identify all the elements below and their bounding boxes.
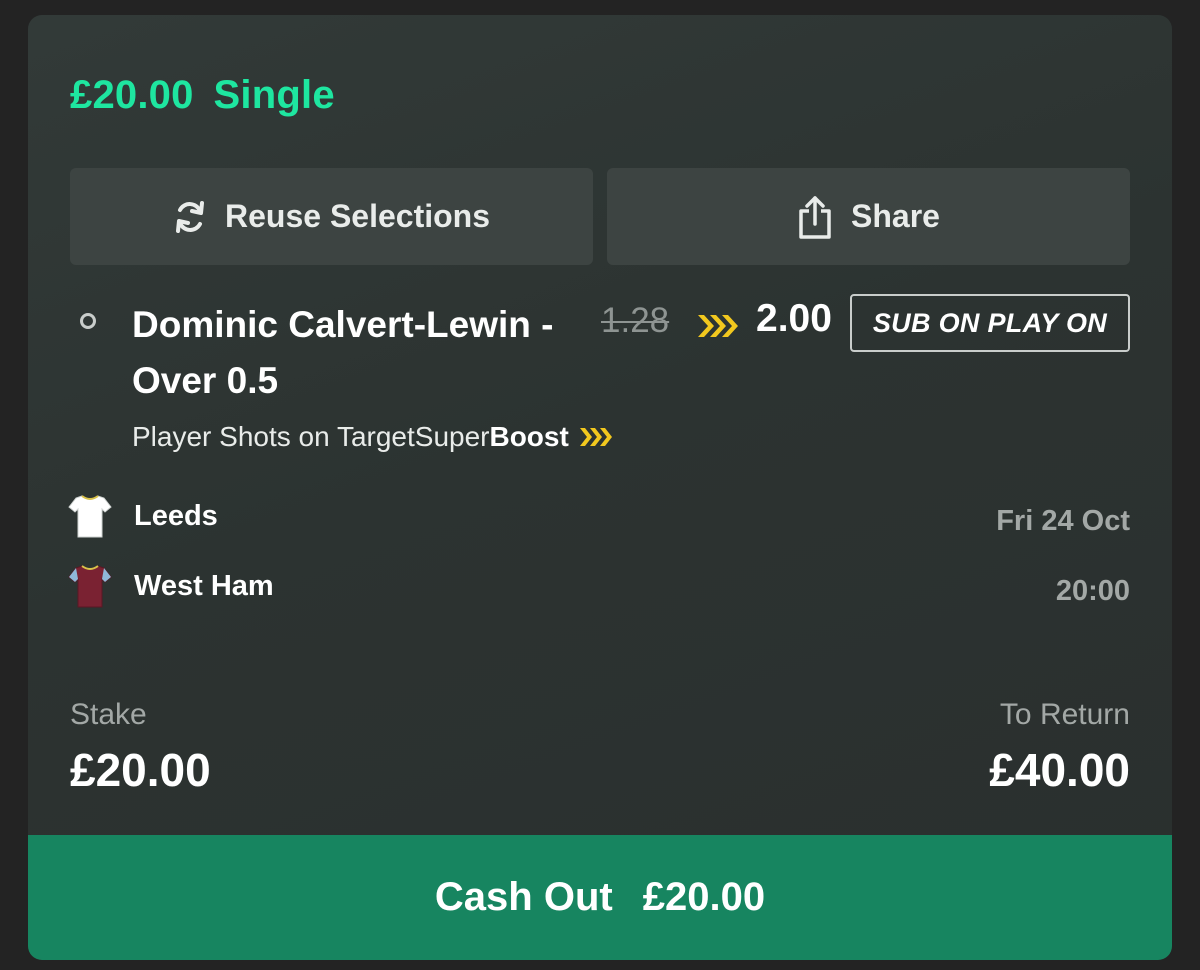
bet-type: Single <box>213 73 335 117</box>
cash-out-label: Cash Out <box>434 875 613 919</box>
bet-header: £20.00 Single <box>70 73 335 118</box>
share-label: Share <box>851 198 940 234</box>
market-description: Player Shots on Target Super Boost <box>132 421 613 453</box>
cash-out-amount: £20.00 <box>642 875 766 919</box>
original-odds: 1.28 <box>601 301 670 340</box>
match-time: 20:00 <box>1055 575 1130 607</box>
home-team-row: Leeds <box>68 493 218 539</box>
share-button[interactable]: Share <box>607 168 1130 265</box>
refresh-icon <box>176 200 204 233</box>
share-icon <box>799 195 831 239</box>
reuse-selections-button[interactable]: Reuse Selections <box>70 168 593 265</box>
bet-stake-header: £20.00 <box>70 73 194 117</box>
claret-shirt-icon <box>68 565 112 608</box>
boost-chevrons-icon <box>579 428 612 446</box>
white-shirt-icon <box>68 495 112 538</box>
stake-label: Stake <box>70 698 147 731</box>
market-name: Player Shots on Target <box>132 421 415 452</box>
selection-name: Dominic Calvert-Lewin - Over 0.5 <box>132 304 554 401</box>
boost-label: Boost <box>489 421 569 452</box>
to-return-value: £40.00 <box>989 744 1130 796</box>
boost-prefix: Super <box>414 421 490 452</box>
match-date: Fri 24 Oct <box>996 505 1130 537</box>
bet-card: £20.00 Single Reuse Selections Share Domi… <box>28 15 1172 960</box>
stake-value: £20.00 <box>70 744 211 796</box>
to-return-label: To Return <box>999 698 1130 731</box>
sub-on-play-on-badge: SUB ON PLAY ON <box>850 294 1130 352</box>
home-team-name: Leeds <box>134 499 218 532</box>
selection-status-dot <box>80 313 96 329</box>
cash-out-button[interactable]: Cash Out £20.00 <box>28 835 1172 960</box>
away-team-name: West Ham <box>134 569 274 602</box>
away-team-row: West Ham <box>68 563 274 609</box>
boosted-odds: 2.00 <box>756 297 832 340</box>
reuse-selections-label: Reuse Selections <box>225 198 490 234</box>
boost-chevrons-icon <box>698 315 738 337</box>
